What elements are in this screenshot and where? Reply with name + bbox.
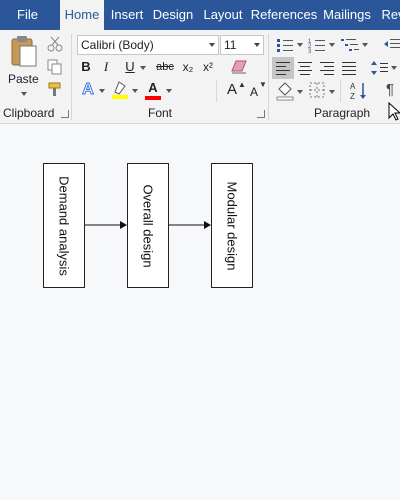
svg-text:A: A [350, 82, 356, 91]
chevron-down-icon [209, 43, 215, 47]
group-separator [216, 80, 217, 102]
clipboard-group-label: Clipboard [3, 106, 55, 120]
document-canvas[interactable]: Demand analysis Overall design Modular d… [0, 124, 400, 500]
subscript-button[interactable]: x₂ [178, 57, 198, 77]
justify-icon[interactable] [340, 59, 358, 77]
font-color-swatch [145, 96, 161, 100]
tab-file[interactable]: File [0, 0, 55, 30]
ribbon-tab-bar: File Home Insert Design Layout Reference… [0, 0, 400, 30]
paste-dropdown-caret [21, 92, 27, 96]
decrease-indent-icon[interactable] [384, 37, 400, 53]
shrink-arrow-icon: ▼ [259, 80, 267, 89]
flowchart-box-modular-design[interactable]: Modular design [211, 163, 253, 288]
bullets-dropdown-caret[interactable] [297, 43, 303, 47]
line-spacing-icon[interactable] [371, 59, 389, 77]
text-effects-dropdown-caret[interactable] [99, 89, 105, 93]
flowchart-box-demand-analysis[interactable]: Demand analysis [43, 163, 85, 288]
flowchart-arrow[interactable] [85, 219, 128, 231]
italic-button[interactable]: I [96, 57, 116, 77]
text-effects-button[interactable]: A [78, 80, 98, 100]
sort-icon[interactable]: A Z [350, 81, 368, 101]
align-center-icon[interactable] [296, 59, 314, 77]
shading-dropdown-caret[interactable] [297, 90, 303, 94]
svg-text:3: 3 [308, 49, 312, 53]
bullets-icon[interactable] [276, 37, 294, 53]
tab-mailings[interactable]: Mailings [321, 0, 373, 30]
flowchart-box-label: Overall design [140, 183, 156, 268]
cut-icon[interactable] [47, 36, 63, 52]
strikethrough-button[interactable]: abc [152, 57, 178, 77]
clear-formatting-icon[interactable] [230, 59, 248, 75]
flowchart-box-label: Demand analysis [56, 175, 72, 276]
font-size-dropdown[interactable]: 11 [220, 35, 264, 55]
align-left-button[interactable] [272, 57, 294, 79]
font-color-dropdown-caret[interactable] [166, 89, 172, 93]
group-separator [71, 34, 72, 120]
paste-label: Paste [8, 72, 39, 86]
borders-dropdown-caret[interactable] [329, 90, 335, 94]
tab-design[interactable]: Design [150, 0, 196, 30]
group-separator [340, 80, 341, 102]
tab-layout[interactable]: Layout [199, 0, 247, 30]
highlighter-icon[interactable] [110, 80, 130, 100]
tab-references[interactable]: References [250, 0, 318, 30]
font-group-label: Font [148, 106, 173, 120]
borders-icon[interactable] [308, 81, 326, 99]
line-spacing-dropdown-caret[interactable] [391, 66, 397, 70]
font-dialog-launcher-icon[interactable] [257, 110, 265, 118]
tab-review[interactable]: Rev [378, 0, 400, 30]
group-separator [268, 34, 269, 120]
numbering-icon[interactable]: 1 2 3 [308, 37, 326, 53]
font-size-value: 11 [224, 38, 237, 52]
format-painter-icon[interactable] [47, 81, 63, 97]
font-name-dropdown[interactable]: Calibri (Body) [77, 35, 219, 55]
tab-home[interactable]: Home [60, 0, 104, 30]
bold-button[interactable]: B [76, 57, 96, 77]
chevron-down-icon [254, 43, 260, 47]
paste-button[interactable]: Paste [6, 34, 40, 100]
align-right-icon[interactable] [318, 59, 336, 77]
font-name-value: Calibri (Body) [81, 38, 154, 52]
tab-insert[interactable]: Insert [106, 0, 148, 30]
copy-icon[interactable] [47, 59, 63, 75]
highlight-dropdown-caret[interactable] [132, 89, 138, 93]
align-left-icon [276, 62, 290, 75]
underline-dropdown-caret[interactable] [140, 66, 146, 70]
multilevel-list-icon[interactable] [340, 37, 360, 53]
flowchart-box-label: Modular design [224, 181, 240, 270]
shading-icon[interactable] [275, 81, 295, 101]
svg-text:Z: Z [350, 92, 355, 101]
clipboard-dialog-launcher-icon[interactable] [61, 110, 69, 118]
numbering-dropdown-caret[interactable] [329, 43, 335, 47]
multilevel-dropdown-caret[interactable] [362, 43, 368, 47]
flowchart-arrow[interactable] [169, 219, 212, 231]
show-hide-marks-button[interactable]: ¶ [380, 80, 400, 100]
clipboard-icon [11, 36, 37, 67]
superscript-button[interactable]: x² [198, 57, 218, 77]
font-color-button[interactable]: A [143, 78, 163, 98]
mouse-cursor-icon [388, 102, 400, 121]
ribbon: Paste Clipboard Calibri (Body) 11 B I U … [0, 30, 400, 124]
paragraph-group-label: Paragraph [314, 106, 371, 120]
flowchart-box-overall-design[interactable]: Overall design [127, 163, 169, 288]
underline-button[interactable]: U [120, 57, 140, 77]
